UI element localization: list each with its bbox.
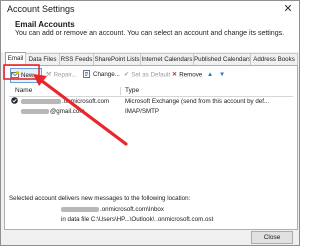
move-down-icon[interactable]: ▼ [219, 69, 225, 81]
tab-address-books[interactable]: Address Books [250, 53, 298, 65]
account-type: Microsoft Exchange (send from this accou… [125, 98, 270, 105]
delivery-data-file: in data file C:\Users\HP...\Outlook\ .on… [61, 216, 214, 223]
set-default-label: Set as Default [131, 71, 171, 79]
new-mail-icon [11, 71, 19, 79]
remove-label: Remove [179, 71, 203, 79]
new-account-button[interactable]: New... [10, 68, 42, 83]
redacted-mark [61, 206, 99, 212]
repair-label: Repair... [53, 71, 77, 79]
dialog-header: Email Accounts You can add or remove an … [1, 18, 299, 52]
change-icon [83, 70, 90, 79]
move-up-icon[interactable]: ▲ [207, 69, 213, 81]
tab-email[interactable]: Email [5, 52, 26, 66]
tab-strip: Email Data Files RSS Feeds SharePoint Li… [5, 52, 298, 66]
repair-button[interactable]: ⚒ Repair... [46, 69, 77, 81]
redacted-mark [21, 108, 49, 114]
accounts-list-header: Name Type [9, 86, 293, 97]
delivery-note: Selected account delivers new messages t… [9, 195, 191, 202]
tab-published-calendars[interactable]: Published Calendars [193, 53, 251, 65]
close-icon[interactable]: ✕ [281, 2, 295, 16]
new-account-label: New... [21, 72, 39, 79]
redacted-mark [21, 98, 61, 104]
title-bar: Account Settings ✕ [1, 1, 299, 18]
account-name: .onmicrosoft.com [21, 97, 109, 106]
change-label: Change... [93, 71, 120, 78]
account-row[interactable]: @gmail.com IMAP/SMTP [9, 107, 293, 116]
close-button[interactable]: Close [251, 231, 293, 244]
email-tab-panel: New... ⚒ Repair... Change... ✔ Set as Defa… [4, 65, 298, 230]
tab-rss-feeds[interactable]: RSS Feeds [59, 53, 94, 65]
tab-sharepoint-lists[interactable]: SharePoint Lists [93, 53, 141, 65]
set-default-button[interactable]: ✔ Set as Default [124, 69, 170, 81]
repair-icon: ⚒ [46, 71, 52, 78]
account-row[interactable]: .onmicrosoft.com Microsoft Exchange (sen… [9, 97, 293, 106]
accounts-toolbar: New... ⚒ Repair... Change... ✔ Set as Defa… [8, 68, 294, 83]
tab-internet-calendars[interactable]: Internet Calendars [140, 53, 194, 65]
delivery-location: .onmicrosoft.com\Inbox [61, 206, 164, 213]
account-name: @gmail.com [21, 107, 84, 116]
default-check-icon: ✔ [124, 71, 130, 78]
header-title: Email Accounts [15, 20, 75, 29]
header-description: You can add or remove an account. You ca… [15, 30, 285, 37]
account-type: IMAP/SMTP [125, 108, 160, 115]
change-button[interactable]: Change... [83, 69, 120, 81]
tab-data-files[interactable]: Data Files [25, 53, 60, 65]
window-title: Account Settings [7, 4, 75, 14]
column-name[interactable]: Name [15, 86, 32, 96]
remove-x-icon: ✕ [172, 71, 178, 78]
account-settings-dialog: Account Settings ✕ Email Accounts You ca… [0, 0, 300, 246]
column-type[interactable]: Type [125, 86, 139, 96]
default-account-check-icon [11, 97, 18, 107]
column-divider[interactable] [120, 87, 121, 95]
remove-button[interactable]: ✕ Remove [172, 69, 202, 81]
